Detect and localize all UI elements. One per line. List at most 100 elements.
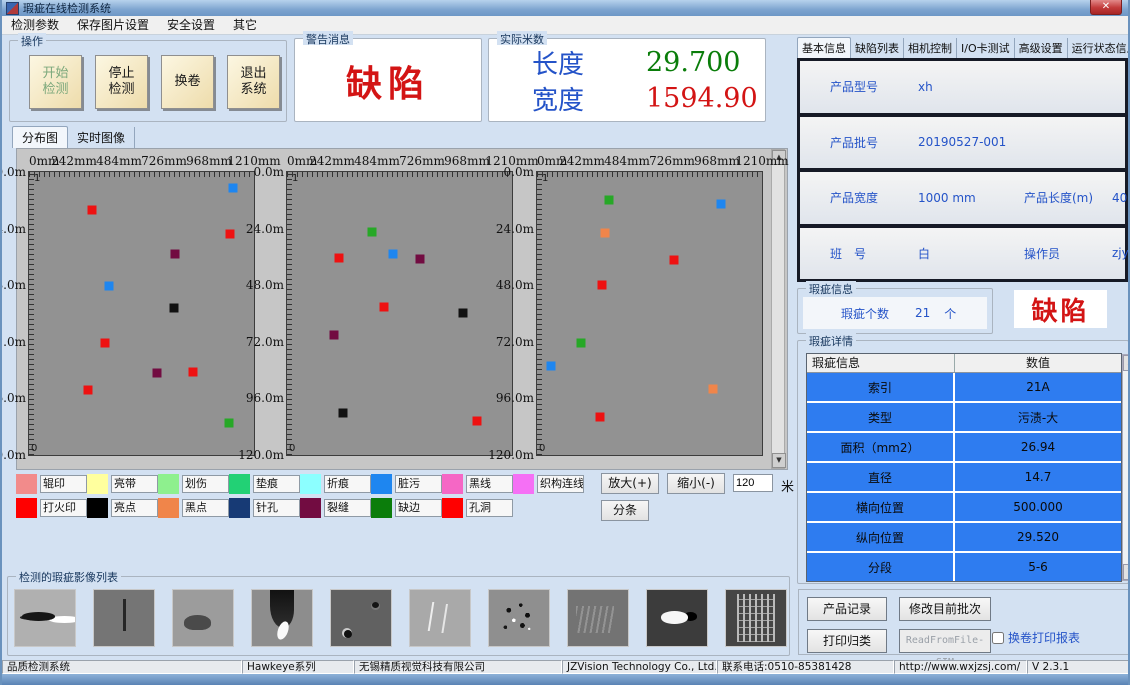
product-field-value: 白 bbox=[918, 245, 994, 262]
legend-item: 织构连线 bbox=[513, 474, 584, 494]
op-button-停止检测[interactable]: 停止检测 bbox=[95, 55, 148, 109]
operation-group-label: 操作 bbox=[18, 33, 46, 49]
defect-point bbox=[339, 409, 348, 418]
table-header-row: 瑕疵信息数值 bbox=[807, 354, 1121, 373]
defect-legend: 辊印亮带划伤垫痕折痕脏污黑线织构连线打火印亮点黑点针孔裂缝缺边孔洞 bbox=[16, 472, 601, 520]
op-button-退出系统[interactable]: 退出系统 bbox=[227, 55, 280, 109]
table-row[interactable]: 面积（mm2）26.94 bbox=[807, 433, 1121, 461]
legend-label: 裂缝 bbox=[324, 499, 371, 517]
tab-基本信息[interactable]: 基本信息 bbox=[797, 37, 851, 58]
y-axis-tick-label: 0.0m bbox=[0, 165, 26, 179]
defect-thumbnail[interactable] bbox=[488, 589, 550, 647]
product-info-row: 班 号白操作员zjy bbox=[800, 228, 1125, 280]
x-axis-tick-label: 484mm bbox=[96, 154, 142, 168]
scroll-down-icon[interactable]: ▼ bbox=[772, 453, 786, 468]
status-segment: Hawkeye系列 bbox=[242, 660, 354, 674]
menu-item[interactable]: 安全设置 bbox=[158, 16, 224, 34]
plot-corner-label-top: 1 bbox=[34, 173, 40, 184]
legend-item: 亮带 bbox=[87, 474, 158, 494]
defect-thumbnail[interactable] bbox=[409, 589, 471, 647]
meters-input[interactable] bbox=[733, 474, 773, 492]
table-cell-name: 类型 bbox=[807, 403, 955, 431]
warning-group: 警告消息 缺陷 bbox=[294, 38, 482, 122]
y-axis-tick-label: 24.0m bbox=[496, 222, 534, 236]
legend-swatch bbox=[371, 474, 392, 494]
roll-print-checkbox[interactable] bbox=[992, 632, 1004, 644]
defect-thumbnail[interactable] bbox=[251, 589, 313, 647]
op-button-开始检测[interactable]: 开始检测 bbox=[29, 55, 82, 109]
legend-label: 亮点 bbox=[111, 499, 158, 517]
app-icon bbox=[6, 2, 19, 15]
legend-swatch bbox=[87, 498, 108, 518]
legend-item: 黑点 bbox=[158, 498, 229, 518]
table-row[interactable]: 分段5-6 bbox=[807, 553, 1121, 581]
table-scrollbar[interactable]: ▲ ▼ bbox=[1122, 354, 1130, 581]
product-field-label: 产品批号 bbox=[830, 134, 916, 151]
defect-point bbox=[188, 367, 197, 376]
defect-point bbox=[473, 417, 482, 426]
tab-运行状态信息[interactable]: 运行状态信息 bbox=[1068, 38, 1130, 58]
tab-实时图像[interactable]: 实时图像 bbox=[68, 127, 135, 148]
product-record-button[interactable]: 产品记录 bbox=[807, 597, 887, 621]
y-axis-tick-label: 96.0m bbox=[246, 391, 284, 405]
defect-thumbnail[interactable] bbox=[567, 589, 629, 647]
table-scroll-up-icon[interactable]: ▲ bbox=[1123, 355, 1130, 371]
defect-point bbox=[380, 302, 389, 311]
table-cell-value: 14.7 bbox=[955, 463, 1121, 491]
print-classify-button[interactable]: 打印归类 bbox=[807, 629, 887, 653]
legend-swatch bbox=[16, 498, 37, 518]
menu-item[interactable]: 保存图片设置 bbox=[68, 16, 158, 34]
roll-print-checkbox-label[interactable]: 换卷打印报表 bbox=[1008, 629, 1080, 646]
x-axis-tick-label: 484mm bbox=[604, 154, 650, 168]
menu-item[interactable]: 其它 bbox=[224, 16, 266, 34]
defect-thumbnail[interactable] bbox=[330, 589, 392, 647]
defect-point bbox=[229, 183, 238, 192]
zoom-out-button[interactable]: 缩小(-) bbox=[667, 473, 725, 494]
x-axis-tick-label: 726mm bbox=[649, 154, 695, 168]
defect-point bbox=[605, 195, 614, 204]
tab-I/O卡测试[interactable]: I/O卡测试 bbox=[957, 38, 1015, 58]
x-axis-tick-label: 726mm bbox=[399, 154, 445, 168]
plot-corner-label-bottom: 0 bbox=[539, 443, 545, 454]
legend-item: 亮点 bbox=[87, 498, 158, 518]
op-button-换卷[interactable]: 换卷 bbox=[161, 55, 214, 109]
legend-label: 孔洞 bbox=[466, 499, 513, 517]
defect-point bbox=[87, 205, 96, 214]
tab-高级设置[interactable]: 高级设置 bbox=[1015, 38, 1068, 58]
table-row[interactable]: 类型污渍-大 bbox=[807, 403, 1121, 431]
status-segment: http://www.wxjzsj.com/ bbox=[894, 660, 1027, 674]
plot-ticks-left-icon bbox=[287, 172, 292, 455]
meter-row: 宽度1594.90 bbox=[532, 82, 760, 116]
y-axis-tick-label: 72.0m bbox=[496, 335, 534, 349]
plots-scrollbar[interactable]: ▲ ▼ bbox=[771, 149, 785, 469]
tab-相机控制[interactable]: 相机控制 bbox=[904, 38, 957, 58]
table-row[interactable]: 直径14.7 bbox=[807, 463, 1121, 491]
plot-area[interactable]: 0mm242mm484mm726mm968mm1210mm0.0m24.0m48… bbox=[28, 171, 255, 456]
plot-area[interactable]: 0mm242mm484mm726mm968mm1210mm0.0m24.0m48… bbox=[536, 171, 763, 456]
tab-分布图[interactable]: 分布图 bbox=[12, 126, 68, 148]
table-row[interactable]: 索引21A bbox=[807, 373, 1121, 401]
split-button[interactable]: 分条 bbox=[601, 500, 649, 521]
table-scroll-down-icon[interactable]: ▼ bbox=[1123, 564, 1130, 580]
zoom-in-button[interactable]: 放大(+) bbox=[601, 473, 659, 494]
table-cell-value: 500.000 bbox=[955, 493, 1121, 521]
defect-thumbnail[interactable] bbox=[14, 589, 76, 647]
defect-thumbnail[interactable] bbox=[725, 589, 787, 647]
product-field-value: 1000 mm bbox=[918, 191, 994, 205]
product-field-value: xh bbox=[918, 80, 994, 94]
plot-area[interactable]: 0mm242mm484mm726mm968mm1210mm0.0m24.0m48… bbox=[286, 171, 513, 456]
legend-label: 织构连线 bbox=[537, 475, 584, 493]
close-icon[interactable]: ✕ bbox=[1090, 0, 1122, 15]
menu-item[interactable]: 检测参数 bbox=[2, 16, 68, 34]
plot-controls: 放大(+) 缩小(-) 米 分条 bbox=[601, 471, 796, 523]
tab-缺陷列表[interactable]: 缺陷列表 bbox=[851, 38, 904, 58]
table-row[interactable]: 横向位置500.000 bbox=[807, 493, 1121, 521]
meters-unit-label: 米 bbox=[781, 476, 794, 495]
defect-thumbnail[interactable] bbox=[172, 589, 234, 647]
y-axis-tick-label: 24.0m bbox=[246, 222, 284, 236]
modify-batch-button[interactable]: 修改目前批次 bbox=[899, 597, 991, 621]
table-row[interactable]: 纵向位置29.520 bbox=[807, 523, 1121, 551]
defect-thumbnail[interactable] bbox=[93, 589, 155, 647]
legend-item: 垫痕 bbox=[229, 474, 300, 494]
defect-thumbnail[interactable] bbox=[646, 589, 708, 647]
